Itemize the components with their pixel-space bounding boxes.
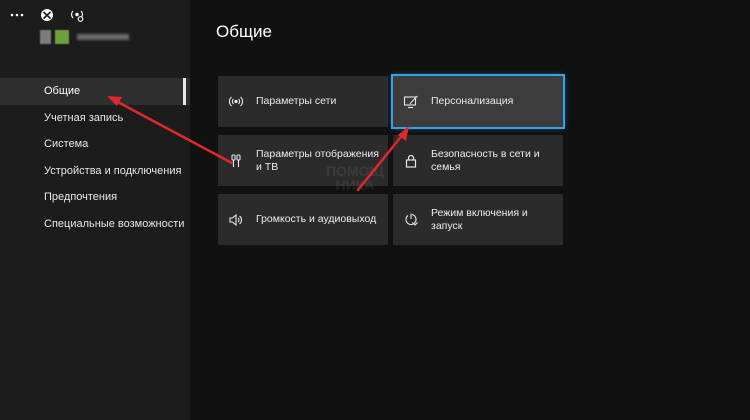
personalization-icon [403,94,419,110]
tile-label: Режим включения и запуск [431,206,528,232]
sidebar: Общие Учетная запись Система Устройства … [0,0,190,420]
top-icons [10,6,84,24]
tile-display-tv[interactable]: Параметры отображения и ТВ [218,135,388,186]
display-tv-icon [228,153,244,169]
power-icon [403,212,419,228]
page-title: Общие [216,22,272,41]
profile-avatar[interactable] [40,30,129,44]
tile-volume-audio[interactable]: Громкость и аудиовыход [218,194,388,245]
network-icon [228,94,244,110]
avatar-blurred-green [55,30,69,44]
lock-icon [403,153,419,169]
gamertag-blurred [77,34,129,40]
tile-power-startup[interactable]: Режим включения и запуск [393,194,563,245]
sidebar-item-devices[interactable]: Устройства и подключения [0,158,190,185]
sidebar-item-accessibility[interactable]: Специальные возможности [0,211,190,238]
xbox-icon[interactable] [40,8,54,22]
avatar-blurred [40,30,51,44]
tile-label: Параметры отображения и ТВ [256,147,379,173]
sidebar-item-account[interactable]: Учетная запись [0,105,190,132]
tile-label: Безопасность в сети и семья [431,147,540,173]
tile-label: Персонализация [431,95,514,107]
more-options-icon[interactable] [10,13,24,17]
sidebar-item-system[interactable]: Система [0,131,190,158]
tile-label: Параметры сети [256,95,337,107]
network-status-icon[interactable] [70,8,84,22]
tile-online-safety-family[interactable]: Безопасность в сети и семья [393,135,563,186]
tile-label: Громкость и аудиовыход [256,213,377,225]
tile-personalization[interactable]: Персонализация [391,74,565,129]
sidebar-item-preferences[interactable]: Предпочтения [0,184,190,211]
tile-network-settings[interactable]: Параметры сети [218,76,388,127]
settings-menu: Общие Учетная запись Система Устройства … [0,78,190,237]
sidebar-item-general[interactable]: Общие [0,78,190,105]
speaker-icon [228,212,244,228]
